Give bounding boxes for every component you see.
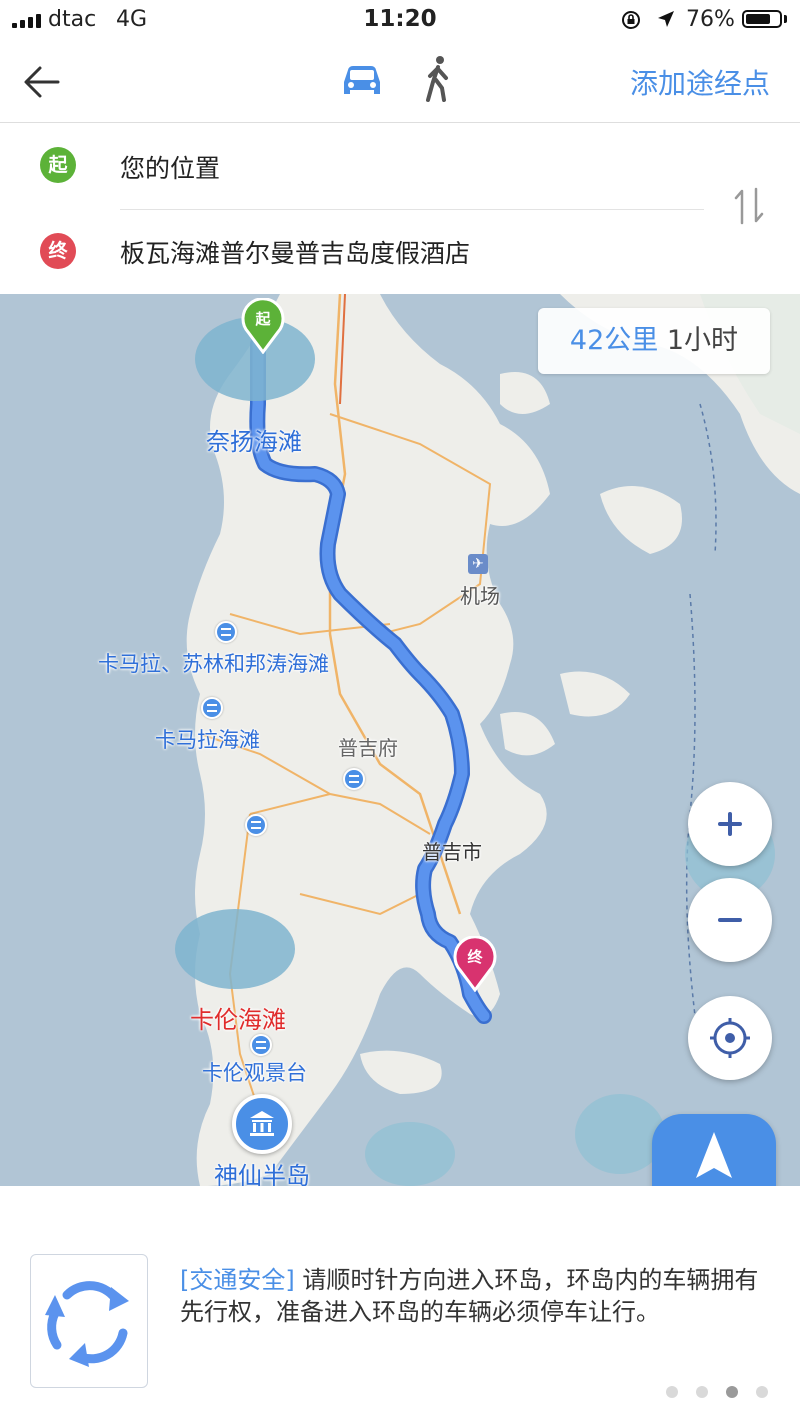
roundabout-icon: [30, 1254, 148, 1388]
rotation-lock-icon: [622, 11, 640, 29]
status-bar: dtac 4G 11:20 76%: [0, 0, 800, 40]
landmark-icon: [343, 768, 365, 790]
end-marker-label: 终: [467, 948, 483, 966]
navigation-bar: 添加途经点: [0, 40, 800, 123]
label-karon[interactable]: 卡伦海滩: [190, 1000, 286, 1035]
destination-field[interactable]: 板瓦海滩普尔曼普吉岛度假酒店: [120, 234, 470, 270]
start-badge: 起: [40, 147, 76, 183]
end-marker-label-wrap: 终: [452, 936, 498, 992]
label-nai-yang[interactable]: 奈扬海滩: [206, 422, 302, 457]
route-summary: 42公里 1小时: [538, 308, 770, 374]
route-distance: 42公里: [569, 325, 659, 356]
battery-percent: 76%: [686, 7, 735, 32]
label-kamala-surin[interactable]: 卡马拉、苏林和邦涛海滩: [98, 648, 329, 678]
label-kamala[interactable]: 卡马拉海滩: [155, 724, 260, 754]
label-phuket-province[interactable]: 普吉府: [338, 732, 398, 761]
clock: 11:20: [363, 6, 437, 32]
tip-tag: [交通安全]: [180, 1266, 295, 1294]
start-marker-label: 起: [255, 310, 271, 328]
museum-icon[interactable]: [232, 1094, 292, 1154]
crosshair-icon: [710, 1018, 750, 1058]
landmark-icon: [215, 621, 237, 643]
label-phuket-town[interactable]: 普吉市: [422, 836, 482, 865]
battery-icon: [742, 10, 782, 28]
minus-icon: [718, 918, 742, 922]
page-indicator[interactable]: [666, 1386, 768, 1398]
plus-icon: [718, 812, 742, 836]
location-arrow-icon: [658, 11, 674, 27]
airport-icon: ✈: [468, 554, 488, 574]
car-icon[interactable]: [338, 56, 386, 104]
route-panel: 起 您的位置 终 板瓦海滩普尔曼普吉岛度假酒店: [0, 123, 800, 293]
page-dot[interactable]: [756, 1386, 768, 1398]
map-canvas: [0, 294, 800, 1186]
label-karon-view[interactable]: 卡伦观景台: [202, 1057, 307, 1087]
start-marker-label-wrap: 起: [240, 298, 286, 354]
navigate-button[interactable]: 导航: [652, 1114, 776, 1186]
locate-button[interactable]: [688, 996, 772, 1080]
zoom-out-button[interactable]: [688, 878, 772, 962]
end-badge: 终: [40, 233, 76, 269]
zoom-in-button[interactable]: [688, 782, 772, 866]
swap-icon[interactable]: [728, 185, 770, 227]
start-location-field[interactable]: 您的位置: [120, 149, 220, 185]
landmark-icon: [201, 697, 223, 719]
landmark-icon: [245, 814, 267, 836]
label-promthep[interactable]: 神仙半岛: [214, 1156, 310, 1186]
battery-tip: [784, 15, 787, 23]
page-dot[interactable]: [696, 1386, 708, 1398]
page-dot-active[interactable]: [726, 1386, 738, 1398]
landmark-icon: [250, 1034, 272, 1056]
map-view[interactable]: 起 终 奈扬海滩 ✈ 机场 卡马拉、苏林和邦涛海滩 卡马拉海滩 普吉府 普吉市 …: [0, 294, 800, 1186]
field-divider: [120, 209, 704, 210]
label-airport[interactable]: 机场: [460, 580, 500, 609]
back-arrow-icon[interactable]: [22, 62, 62, 102]
add-waypoint-button[interactable]: 添加途经点: [630, 62, 770, 102]
page-dot[interactable]: [666, 1386, 678, 1398]
walk-icon[interactable]: [418, 54, 458, 104]
navigation-arrow-icon: [696, 1132, 732, 1178]
route-duration: 1小时: [666, 325, 739, 356]
tip-text: [交通安全] 请顺时针方向进入环岛，环岛内的车辆拥有先行权，准备进入环岛的车辆必…: [180, 1264, 780, 1328]
